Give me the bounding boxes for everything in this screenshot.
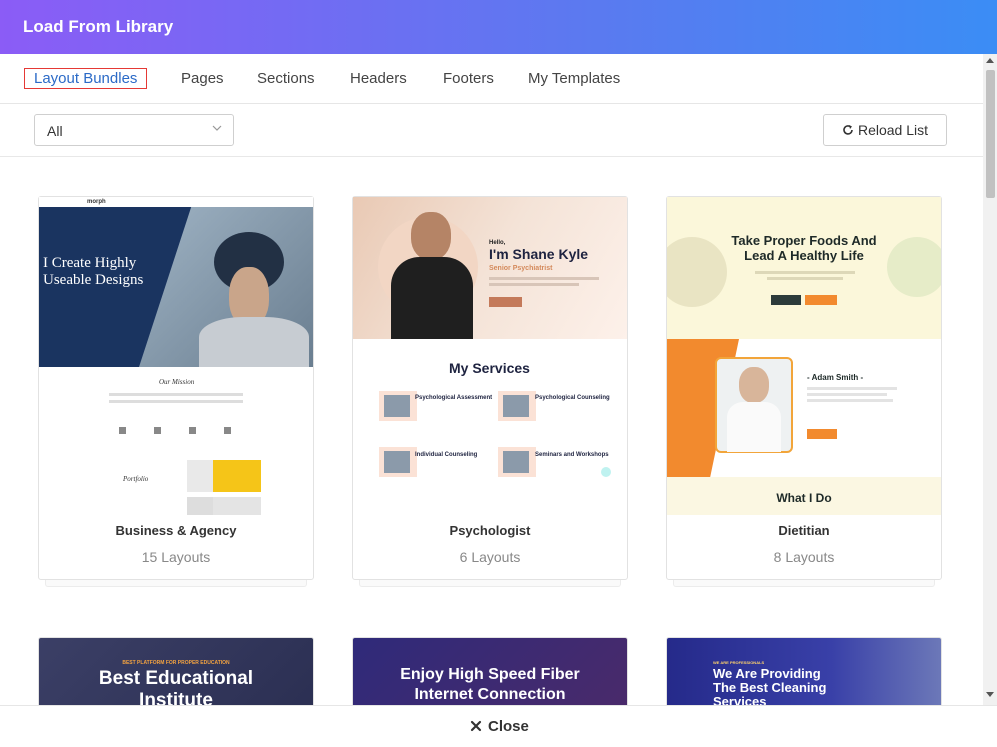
- close-button[interactable]: Close: [470, 718, 529, 735]
- preview-portfolio-title: Portfolio: [123, 475, 149, 483]
- tab-sections[interactable]: Sections: [257, 70, 315, 87]
- preview-service: Individual Counseling: [415, 452, 478, 458]
- preview-headline: Useable Designs: [43, 272, 144, 288]
- template-card-dietitian[interactable]: Take Proper Foods And Lead A Healthy Lif…: [666, 196, 942, 580]
- dialog-title: Load From Library: [23, 17, 174, 36]
- tab-pages[interactable]: Pages: [181, 70, 224, 87]
- tab-footers[interactable]: Footers: [443, 70, 494, 87]
- close-icon: [470, 720, 482, 732]
- preview-name: - Adam Smith -: [807, 373, 864, 382]
- reload-list-label: Reload List: [857, 122, 929, 138]
- preview-section-title: Our Mission: [159, 378, 195, 386]
- chevron-down-icon: [212, 125, 222, 131]
- tab-bar: Layout Bundles Pages Sections Headers Fo…: [0, 54, 983, 104]
- template-card-psychologist[interactable]: Hello, I'm Shane Kyle Senior Psychiatris…: [352, 196, 628, 580]
- preview-tag: WE ARE PROFESSIONALS: [713, 660, 765, 665]
- template-card-title: Psychologist: [449, 523, 531, 538]
- preview-headline: We Are Providing: [713, 666, 821, 681]
- preview-role: Senior Psychiatrist: [489, 265, 553, 272]
- preview-service: Psychological Assessment: [415, 395, 493, 401]
- preview-headline: Best Educational: [98, 668, 254, 689]
- template-card-count: 15 Layouts: [141, 549, 211, 565]
- card-stack-shadow: [359, 579, 621, 587]
- template-preview: Hello, I'm Shane Kyle Senior Psychiatris…: [353, 197, 627, 515]
- preview-section-title: My Services: [449, 360, 530, 376]
- tab-my-templates[interactable]: My Templates: [528, 70, 620, 87]
- reload-list-button[interactable]: Reload List: [823, 114, 947, 146]
- template-preview: Take Proper Foods And Lead A Healthy Lif…: [667, 197, 941, 515]
- preview-headline: Institute: [139, 690, 213, 705]
- preview-headline: Services: [713, 694, 767, 705]
- category-select[interactable]: All: [34, 114, 234, 146]
- reload-icon: [843, 125, 853, 135]
- preview-headline: Enjoy High Speed Fiber: [400, 666, 580, 683]
- preview-tag: BEST PLATFORM FOR PROPER EDUCATION: [122, 660, 230, 666]
- template-card-internet[interactable]: Enjoy High Speed Fiber Internet Connecti…: [352, 637, 628, 705]
- tab-layout-bundles[interactable]: Layout Bundles: [24, 68, 148, 89]
- preview-headline: Internet Connection: [414, 686, 566, 703]
- preview-headline: Take Proper Foods And: [731, 233, 877, 248]
- template-card-title: Dietitian: [778, 523, 830, 538]
- scroll-down-icon[interactable]: [986, 692, 994, 697]
- toolbar: All Reload List: [0, 104, 983, 157]
- tab-headers[interactable]: Headers: [350, 70, 407, 87]
- scrollbar-thumb[interactable]: [986, 70, 995, 198]
- template-card-education[interactable]: BEST PLATFORM FOR PROPER EDUCATION Best …: [38, 637, 314, 705]
- preview-section-title: What I Do: [776, 491, 832, 505]
- preview-headline: I Create Highly: [43, 255, 137, 271]
- close-label: Close: [488, 718, 529, 735]
- template-preview: morph I Create Highly Useable Designs Ou…: [39, 197, 313, 515]
- template-grid: morph I Create Highly Useable Designs Ou…: [0, 157, 983, 705]
- preview-service: Seminars and Workshops: [535, 452, 609, 458]
- template-card-count: 8 Layouts: [773, 549, 835, 565]
- dialog-footer: Close: [0, 705, 997, 747]
- card-stack-shadow: [673, 579, 935, 587]
- card-stack-shadow: [45, 579, 307, 587]
- preview-headline: The Best Cleaning: [713, 680, 827, 695]
- preview-service: Psychological Counseling: [535, 395, 610, 401]
- preview-headline: Lead A Healthy Life: [744, 248, 864, 263]
- preview-name: I'm Shane Kyle: [489, 246, 589, 262]
- dialog-header: Load From Library: [0, 0, 997, 54]
- template-card-title: Business & Agency: [115, 523, 237, 538]
- template-card-count: 6 Layouts: [459, 549, 521, 565]
- scroll-up-icon[interactable]: [986, 58, 994, 63]
- template-card-cleaning[interactable]: WE ARE PROFESSIONALS We Are Providing Th…: [666, 637, 942, 705]
- category-select-value: All: [47, 123, 63, 139]
- template-card-business-agency[interactable]: morph I Create Highly Useable Designs Ou…: [38, 196, 314, 580]
- preview-brand: morph: [87, 199, 106, 205]
- scrollbar[interactable]: [983, 54, 997, 705]
